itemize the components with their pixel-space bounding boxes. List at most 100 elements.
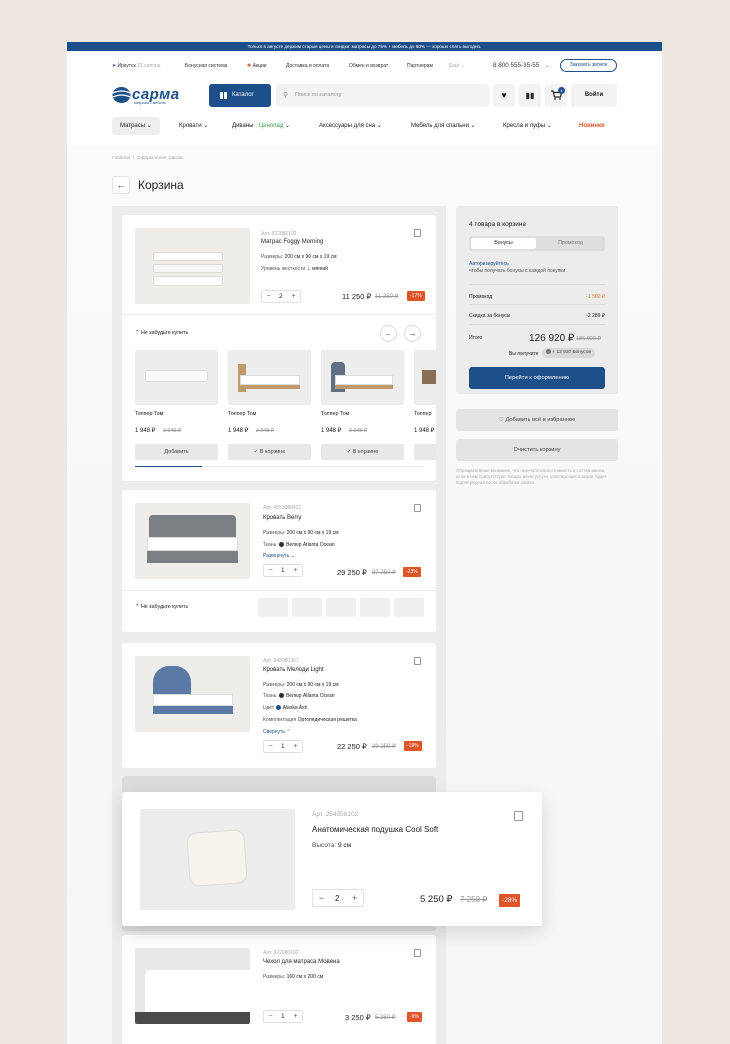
partners-link[interactable]: Партнерам	[407, 59, 433, 73]
rec-thumb[interactable]	[292, 598, 322, 617]
back-button[interactable]: ←	[112, 176, 130, 194]
checkout-button[interactable]: Перейти к оформлению	[469, 367, 605, 389]
rec-thumb[interactable]	[360, 598, 390, 617]
rec-image[interactable]	[228, 350, 311, 405]
delivery-link[interactable]: Доставка и оплата	[286, 59, 329, 73]
qty-plus-button[interactable]: +	[350, 894, 359, 903]
call-request-button[interactable]: Заказать звонок	[560, 59, 617, 72]
carousel-scrollbar[interactable]	[135, 466, 423, 467]
tab-bonus[interactable]: Бонусы	[471, 238, 536, 249]
trash-icon[interactable]	[414, 657, 421, 665]
nav-item-new[interactable]: Новинки	[579, 117, 605, 135]
qty-value[interactable]: 1	[281, 1013, 285, 1020]
tab-promo[interactable]: Промокод	[538, 238, 603, 249]
product-image[interactable]	[135, 503, 250, 579]
phone-link[interactable]: 8 800 555-35-55	[493, 59, 539, 73]
product-image[interactable]	[135, 656, 250, 732]
collapse-link[interactable]: Свернуть ⌃	[263, 729, 291, 735]
nav-item-sofas[interactable]: Диваны · Ценопад ⌄	[232, 117, 290, 135]
product-image[interactable]	[140, 809, 295, 910]
rec-thumb[interactable]	[394, 598, 424, 617]
sale-badge: Ценопад	[258, 123, 284, 129]
nav-item-chairs[interactable]: Кресла и пуфы ⌄	[503, 117, 552, 135]
rec-name[interactable]: Топпер	[414, 411, 431, 417]
qty-plus-button[interactable]: +	[291, 566, 300, 575]
nav-item-mattresses[interactable]: Матрасы ⌄	[112, 117, 160, 135]
nav-item-sleep-accessories[interactable]: Аксессуары для сна ⌄	[319, 117, 382, 135]
breadcrumb-current: Оформление заказа	[136, 156, 183, 161]
nav-item-bedroom-furniture[interactable]: Мебель для спальни ⌄	[411, 117, 476, 135]
rec-old-price: 3 948 ₽	[349, 428, 368, 434]
cart-button[interactable]: 4	[545, 84, 567, 107]
city-selector[interactable]: ➤ Иркутск 23 салона	[112, 59, 161, 73]
product-name[interactable]: Кровать Мелоди Light	[263, 667, 324, 673]
breadcrumb-home[interactable]: Главная	[112, 156, 130, 161]
qty-value[interactable]: 2	[335, 894, 339, 903]
qty-minus-button[interactable]: −	[266, 1012, 275, 1021]
add-all-favorites-button[interactable]: ♡ Добавить всё в избранное	[456, 409, 618, 431]
search-input[interactable]: ⚲ Поиск по каталогу	[276, 84, 489, 107]
favorites-button[interactable]: ♥	[493, 84, 515, 107]
rec-name[interactable]: Топпер Том	[321, 411, 349, 417]
product-name[interactable]: Кровать Berry	[263, 515, 301, 521]
qty-minus-button[interactable]: −	[317, 894, 326, 903]
rec-thumb[interactable]	[326, 598, 356, 617]
rec-name[interactable]: Топпер Том	[228, 411, 256, 417]
carousel-prev-button[interactable]: ←	[380, 325, 397, 342]
dont-forget-toggle[interactable]: ⌃ Не забудьте купить	[135, 604, 188, 610]
more-menu[interactable]: Ещё ⌄	[449, 59, 465, 73]
carousel-next-button[interactable]: →	[404, 325, 421, 342]
recommendation-item: Топпер Том 1 948 ₽ 3 948 ₽ ✓ В корзине	[321, 350, 404, 462]
product-image[interactable]	[135, 948, 250, 1024]
logo-mark-icon	[112, 87, 131, 103]
trash-icon[interactable]	[514, 811, 523, 821]
check-icon: ✓	[253, 449, 259, 455]
nav-item-beds[interactable]: Кровати ⌄	[179, 117, 208, 135]
quantity-stepper: − 2 +	[312, 889, 364, 907]
qty-plus-button[interactable]: +	[289, 292, 298, 301]
qty-value[interactable]: 2	[279, 293, 283, 300]
rec-image[interactable]	[321, 350, 404, 405]
qty-value[interactable]: 1	[281, 567, 285, 574]
qty-value[interactable]: 1	[281, 743, 285, 750]
expand-link[interactable]: Развернуть ⌄	[263, 553, 295, 559]
clear-cart-button[interactable]: Очистить корзину	[456, 439, 618, 461]
bonus-link[interactable]: Бонусная система	[185, 59, 227, 73]
trash-icon[interactable]	[414, 949, 421, 957]
trash-icon[interactable]	[414, 229, 421, 237]
product-name[interactable]: Анатомическая подушка Cool Soft	[312, 825, 438, 834]
rec-in-cart-button[interactable]: ✓ В корзине	[228, 444, 311, 460]
catalog-button[interactable]: Каталог	[209, 84, 271, 107]
trash-icon[interactable]	[414, 504, 421, 512]
logo[interactable]: сарма матрасы • мебель	[112, 86, 198, 105]
rec-image[interactable]	[135, 350, 218, 405]
rec-name[interactable]: Топпер Том	[135, 411, 163, 417]
discount-badge: -28%	[499, 894, 521, 907]
product-size: Размеры: 160 см х 200 см	[263, 974, 324, 980]
rec-in-cart-button[interactable]: ✓ В корзине	[321, 444, 404, 460]
compare-button[interactable]: ▮▮	[519, 84, 541, 107]
auth-link[interactable]: Авторизируйтесь	[469, 261, 509, 267]
product-size: Размеры: 200 см х 90 см х 19 см	[261, 254, 337, 260]
qty-minus-button[interactable]: −	[266, 566, 275, 575]
product-price: 29 250 ₽	[337, 568, 367, 577]
qty-minus-button[interactable]: −	[266, 742, 275, 751]
product-image[interactable]	[135, 228, 250, 304]
promo-topbar[interactable]: Только в августе держим старые цены и ск…	[67, 42, 662, 51]
qty-minus-button[interactable]: −	[264, 292, 273, 301]
dont-forget-toggle[interactable]: ⌃ Не забудьте купить	[135, 330, 188, 336]
product-name[interactable]: Матрас Foggy Morning	[261, 239, 323, 245]
product-article: Арт. 822080102	[261, 231, 297, 237]
returns-link[interactable]: Обмен и возврат	[349, 59, 388, 73]
product-name[interactable]: Чехол для матраса Мовена	[263, 959, 340, 965]
qty-plus-button[interactable]: +	[291, 1012, 300, 1021]
promo-link[interactable]: ✱ Акции	[247, 59, 267, 73]
dragged-cart-item-card[interactable]: Арт. 254358102 Анатомическая подушка Coo…	[122, 792, 542, 926]
rec-price: 1 948 ₽	[321, 428, 342, 434]
chart-bars-icon: ▮▮	[525, 91, 535, 100]
rec-thumb[interactable]	[258, 598, 288, 617]
qty-plus-button[interactable]: +	[291, 742, 300, 751]
login-button[interactable]: Войти	[571, 84, 617, 107]
rec-add-button[interactable]: Добавить	[135, 444, 218, 460]
rec-image[interactable]	[414, 350, 436, 405]
